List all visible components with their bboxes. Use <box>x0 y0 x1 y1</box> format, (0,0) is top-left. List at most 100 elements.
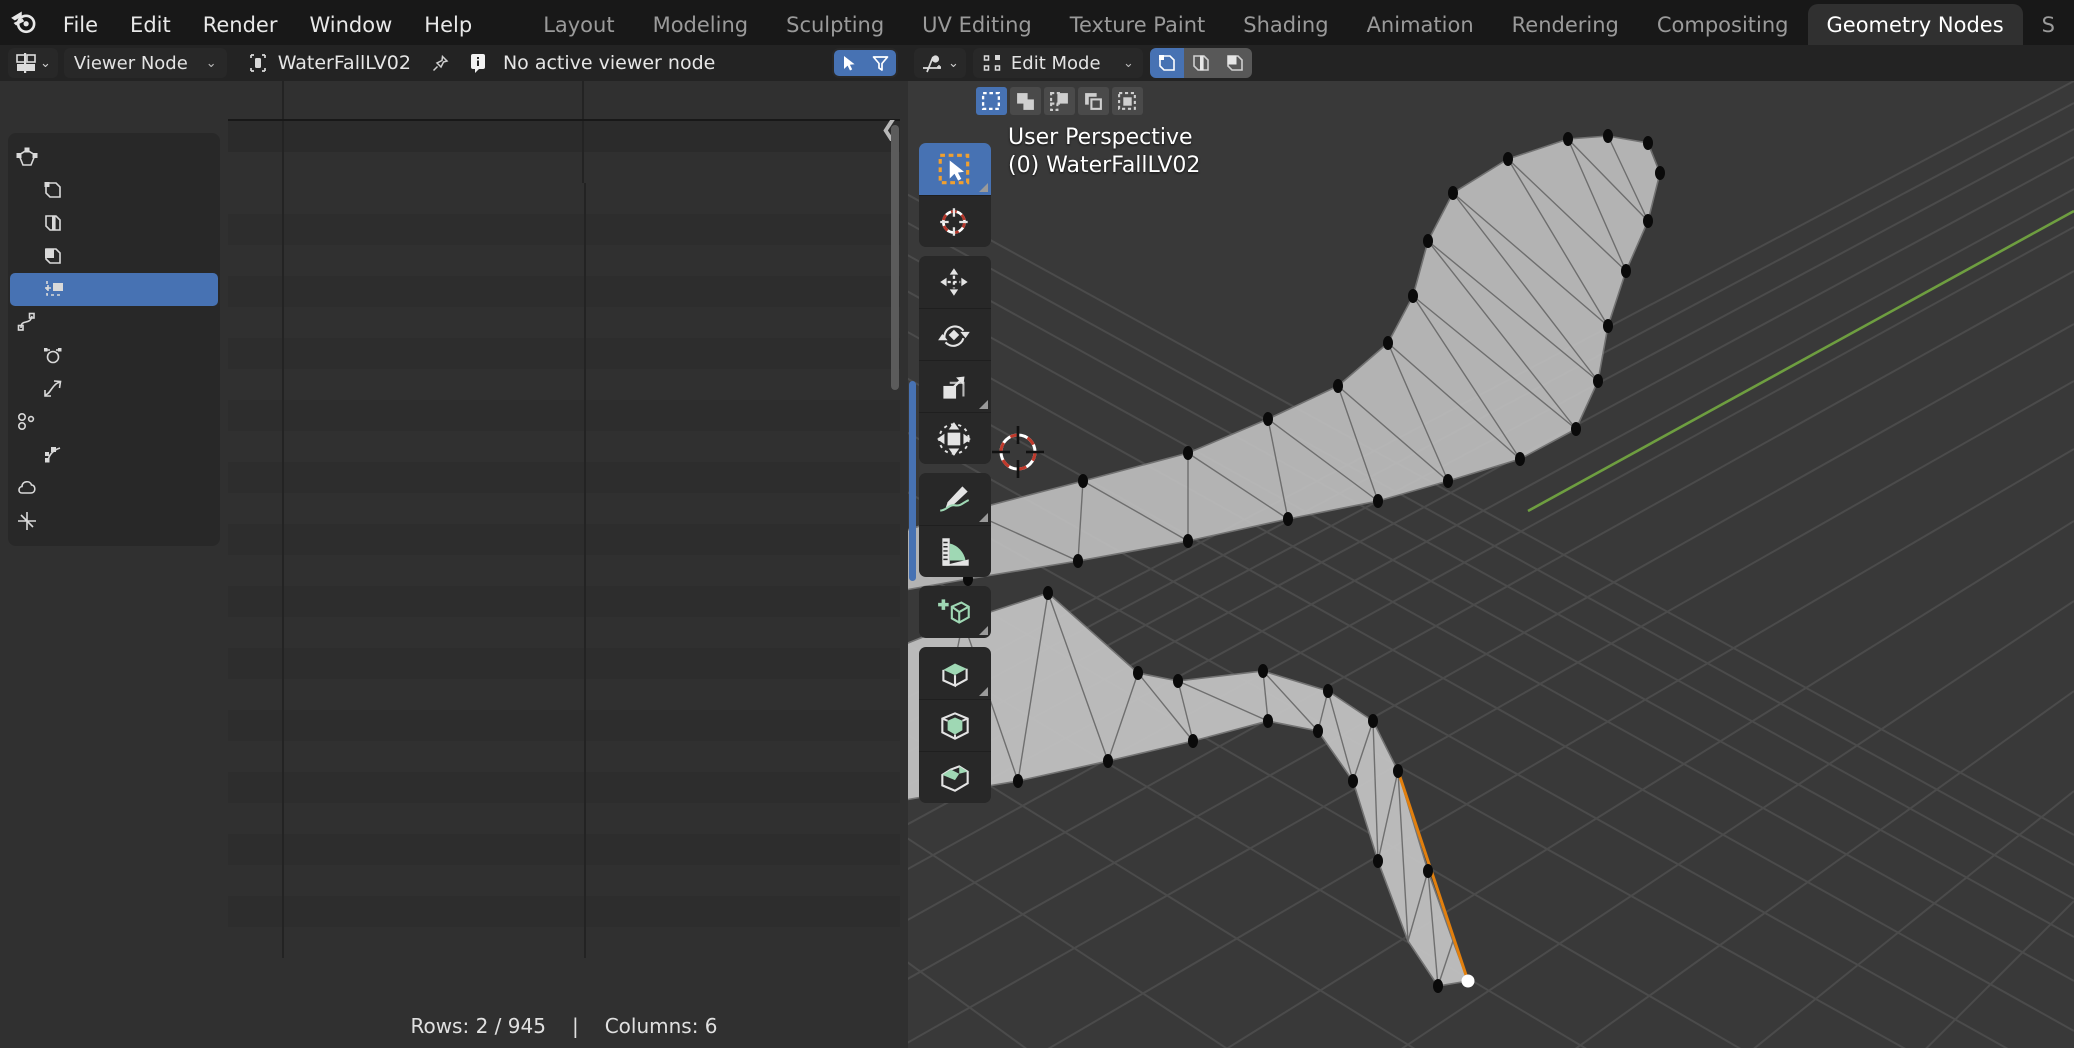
menu-help[interactable]: Help <box>408 4 488 45</box>
dataset-item-volume-grids[interactable] <box>8 471 220 504</box>
dataset-item-control-point[interactable] <box>8 339 220 372</box>
move-arrows-icon <box>940 268 968 296</box>
spreadsheet-editor-type-button[interactable]: ⌄ <box>8 48 58 78</box>
dataset-item-mesh[interactable] <box>8 141 220 174</box>
scale-tool[interactable] <box>919 360 991 412</box>
dataset-item-spline[interactable] <box>8 372 220 405</box>
workspace-tab-s[interactable]: S <box>2023 4 2074 45</box>
dataset-item-face-corner[interactable] <box>10 273 218 306</box>
row-index <box>228 152 284 183</box>
select-subtract-icon <box>1050 91 1068 111</box>
workspace-tab-compositing[interactable]: Compositing <box>1638 4 1808 45</box>
table-row[interactable] <box>228 152 984 183</box>
annotate-tool[interactable] <box>919 473 991 525</box>
viewport-canvas[interactable]: User Perspective (0) WaterFallLV02 <box>908 81 2074 1048</box>
dataset-item-instances[interactable] <box>8 504 220 537</box>
mesh-data-icon <box>14 147 40 169</box>
menu-file[interactable]: File <box>47 4 114 45</box>
toolbar-group <box>919 256 991 464</box>
select-new[interactable] <box>976 87 1007 115</box>
cursor-tool[interactable] <box>919 195 991 247</box>
volume-grid-icon <box>18 481 36 494</box>
tool-submenu-indicator[interactable] <box>979 687 988 696</box>
spreadsheet-filter-toggles <box>832 48 898 78</box>
viewport-scrollbar[interactable] <box>909 381 916 581</box>
tool-submenu-indicator[interactable] <box>979 626 988 635</box>
spreadsheet-vertical-scrollbar[interactable] <box>891 125 899 390</box>
workspace-tab-uv-editing[interactable]: UV Editing <box>903 4 1051 45</box>
transform-tool[interactable] <box>919 412 991 464</box>
interaction-mode-dropdown[interactable]: Edit Mode ⌄ <box>972 48 1143 78</box>
workspace-tab-animation[interactable]: Animation <box>1348 4 1493 45</box>
dataset-source-dropdown[interactable]: Viewer Node ⌄ <box>63 48 227 78</box>
workspace-tab-geometry-nodes[interactable]: Geometry Nodes <box>1807 4 2023 45</box>
measure-tool[interactable] <box>919 525 991 577</box>
table-empty-row <box>228 617 900 648</box>
table-empty-row <box>228 679 900 710</box>
viewport-editor-type-button[interactable]: ⌄ <box>914 48 966 78</box>
spline-icon <box>44 380 62 397</box>
active-vertex <box>1461 974 1475 988</box>
edge-select-mode[interactable] <box>1183 48 1218 78</box>
face-select-mode[interactable] <box>1217 48 1252 78</box>
move-tool[interactable] <box>919 256 991 308</box>
table-empty-row <box>228 524 900 555</box>
select-intersect[interactable] <box>1112 87 1143 115</box>
table-empty-row <box>228 834 900 865</box>
column-group-header[interactable] <box>284 81 584 119</box>
tool-submenu-indicator[interactable] <box>979 513 988 522</box>
cursor-arrow-icon <box>844 55 855 70</box>
top-bar: File Edit Render Window Help Layout Modeling S… <box>0 0 2074 45</box>
extrude-region-icon <box>942 663 968 688</box>
menu-render[interactable]: Render <box>187 4 294 45</box>
blender-logo-icon[interactable] <box>0 0 47 45</box>
column-divider <box>584 183 586 958</box>
filter-toggle[interactable] <box>865 50 896 76</box>
workspace-tab-texture-paint[interactable]: Texture Paint <box>1051 4 1225 45</box>
table-row[interactable] <box>228 121 984 152</box>
rotate-tool[interactable] <box>919 308 991 360</box>
mesh-select-mode-group <box>1149 48 1252 78</box>
dataset-item-point-cloud[interactable] <box>8 405 220 438</box>
bevel-tool[interactable] <box>919 751 991 803</box>
tool-submenu-indicator[interactable] <box>979 400 988 409</box>
inset-faces-tool[interactable] <box>919 699 991 751</box>
dataset-item-edge[interactable] <box>8 207 220 240</box>
table-empty-row <box>228 431 900 462</box>
select-intersect-icon <box>1118 91 1136 110</box>
select-invert[interactable] <box>1078 87 1109 115</box>
select-subtract[interactable] <box>1044 87 1075 115</box>
dataset-item-vertex[interactable] <box>8 174 220 207</box>
add-cube-tool[interactable] <box>919 586 991 638</box>
pin-icon[interactable] <box>430 53 451 74</box>
table-empty-row <box>228 772 900 803</box>
workspace-tab-layout[interactable]: Layout <box>524 4 633 45</box>
face-select-icon <box>1227 55 1243 71</box>
extrude-region-tool[interactable] <box>919 647 991 699</box>
workspace-tab-sculpting[interactable]: Sculpting <box>767 4 903 45</box>
select-extend[interactable] <box>1010 87 1041 115</box>
table-empty-row <box>228 183 900 214</box>
menu-window[interactable]: Window <box>293 4 408 45</box>
view-name-label: User Perspective <box>1008 125 1193 150</box>
table-cell <box>784 152 884 183</box>
workspace-tab-shading[interactable]: Shading <box>1224 4 1347 45</box>
select-invert-icon <box>1085 92 1104 111</box>
dataset-item-point[interactable] <box>8 438 220 471</box>
3d-viewport-editor: ⌄ Edit Mode ⌄ User Perspective (0) Water… <box>908 45 2074 1048</box>
spreadsheet-body: ❮ Rows: 2 / 945 | Columns: 6 <box>0 81 986 1048</box>
viewport-header: ⌄ Edit Mode ⌄ <box>908 45 2074 81</box>
dataset-item-face[interactable] <box>8 240 220 273</box>
status-separator: | <box>571 1014 579 1038</box>
tweak-select-box-tool[interactable] <box>919 143 991 195</box>
dataset-item-curve[interactable] <box>8 306 220 339</box>
table-cell <box>484 121 584 152</box>
tool-submenu-indicator[interactable] <box>979 183 988 192</box>
row-index-header <box>228 81 284 119</box>
spreadsheet-header: ⌄ Viewer Node ⌄ WaterFallLV02 No active … <box>0 45 908 81</box>
menu-edit[interactable]: Edit <box>114 4 187 45</box>
selected-only-toggle[interactable] <box>834 50 865 76</box>
workspace-tab-rendering[interactable]: Rendering <box>1493 4 1638 45</box>
workspace-tab-modeling[interactable]: Modeling <box>634 4 768 45</box>
vertex-select-mode[interactable] <box>1149 48 1184 78</box>
